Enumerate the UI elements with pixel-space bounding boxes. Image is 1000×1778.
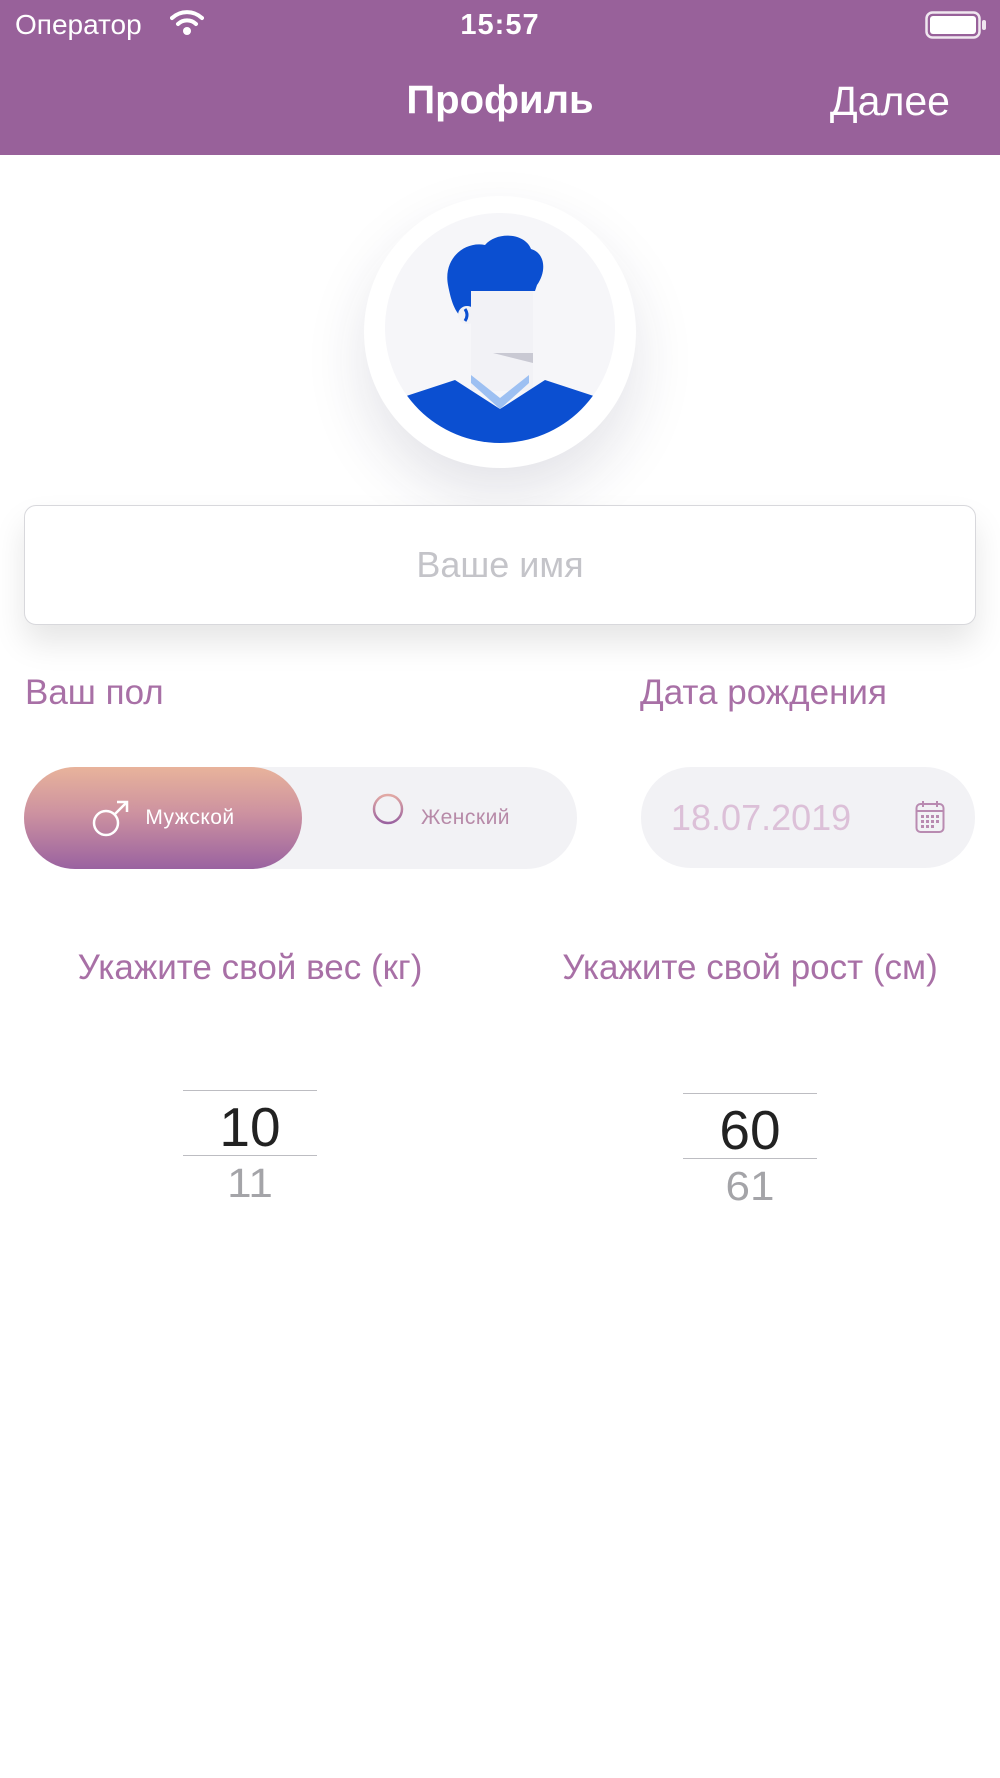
gender-toggle: Мужской Женский xyxy=(24,767,577,869)
female-symbol-icon xyxy=(372,793,404,842)
birthdate-field[interactable]: 18.07.2019 xyxy=(641,767,975,868)
picker-selection-line-bottom xyxy=(683,1158,817,1159)
weight-picker[interactable]: 10 11 xyxy=(183,1087,317,1217)
gender-male-option[interactable]: Мужской xyxy=(24,767,302,869)
height-label: Укажите свой рост (см) xyxy=(562,948,938,987)
height-picker[interactable]: 60 61 xyxy=(683,1090,817,1220)
calendar-icon xyxy=(915,801,945,833)
height-selected-value[interactable]: 60 xyxy=(683,1098,817,1162)
weight-label: Укажите свой вес (кг) xyxy=(77,948,423,987)
next-button[interactable]: Далее xyxy=(830,78,950,125)
weight-selected-value[interactable]: 10 xyxy=(183,1095,317,1159)
weight-next-value[interactable]: 11 xyxy=(183,1161,317,1207)
birthdate-label: Дата рождения xyxy=(640,673,887,712)
picker-selection-line-top xyxy=(683,1093,817,1094)
battery-icon xyxy=(925,11,986,39)
gender-label: Ваш пол xyxy=(25,673,164,712)
navigation-bar: Оператор 15:57 Профиль Далее xyxy=(0,0,1000,155)
gender-male-label: Мужской xyxy=(145,806,235,829)
name-field[interactable] xyxy=(24,505,976,625)
gender-female-option[interactable]: Женский xyxy=(302,767,577,869)
gender-female-label: Женский xyxy=(420,806,511,829)
avatar[interactable] xyxy=(385,213,615,443)
male-symbol-icon xyxy=(93,800,129,837)
picker-selection-line-bottom xyxy=(183,1155,317,1156)
name-input[interactable] xyxy=(25,506,975,624)
height-next-value[interactable]: 61 xyxy=(683,1164,817,1210)
status-bar: Оператор 15:57 xyxy=(0,0,1000,50)
birthdate-value: 18.07.2019 xyxy=(671,797,852,838)
picker-selection-line-top xyxy=(183,1090,317,1091)
user-avatar-icon xyxy=(385,235,615,443)
status-time: 15:57 xyxy=(460,9,540,41)
